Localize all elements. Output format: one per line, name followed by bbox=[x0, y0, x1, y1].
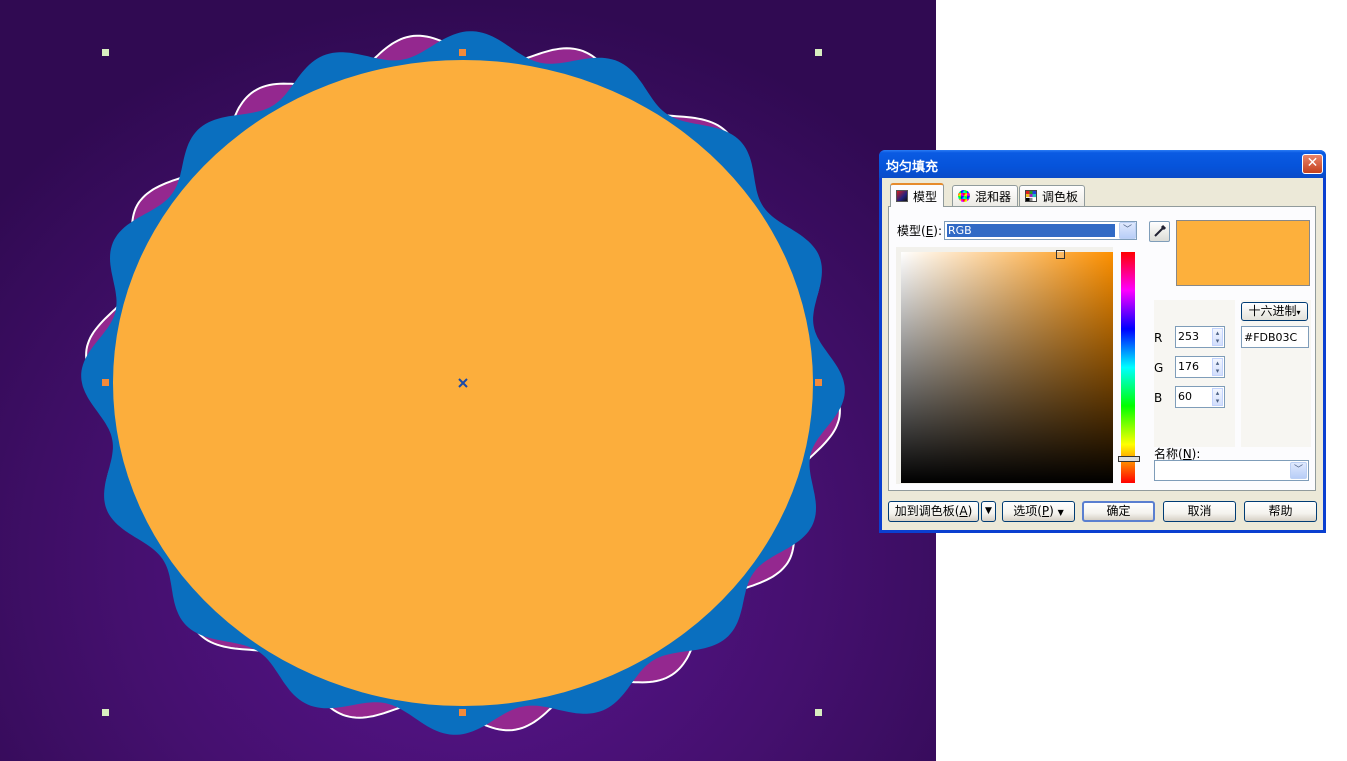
model-select[interactable]: RGB ﹀ bbox=[944, 221, 1137, 240]
canvas-artwork[interactable] bbox=[0, 0, 936, 761]
tab-mixer[interactable]: 混和器 bbox=[952, 185, 1019, 206]
selection-handle[interactable] bbox=[459, 49, 466, 56]
selection-handle[interactable] bbox=[102, 49, 109, 56]
selection-handle[interactable] bbox=[102, 709, 109, 716]
ok-button[interactable]: 确定 bbox=[1082, 501, 1155, 522]
chevron-down-icon[interactable]: ﹀ bbox=[1119, 222, 1136, 239]
tab-model-label: 模型 bbox=[913, 189, 938, 204]
channel-r-input[interactable]: 253 ▴ ▾ bbox=[1175, 326, 1225, 348]
channel-b-input[interactable]: 60 ▴ ▾ bbox=[1175, 386, 1225, 408]
saturation-brightness-area[interactable] bbox=[901, 252, 1113, 483]
hex-mode-button[interactable]: 十六进制▾ bbox=[1241, 302, 1308, 321]
close-button[interactable]: ✕ bbox=[1302, 154, 1323, 174]
color-picker-marker[interactable] bbox=[1056, 250, 1065, 259]
tab-palette-label: 调色板 bbox=[1042, 189, 1079, 204]
channel-r-label: R bbox=[1154, 331, 1163, 345]
selection-handle[interactable] bbox=[102, 379, 109, 386]
drawing-canvas[interactable] bbox=[0, 0, 936, 761]
color-wheel-icon bbox=[958, 190, 970, 202]
uniform-fill-dialog: 均匀填充 ✕ 模型 混和器 调色板 模型(E): RGB ﹀ R 253 ▴ ▾… bbox=[879, 150, 1326, 533]
dialog-title: 均匀填充 bbox=[886, 160, 939, 175]
help-button[interactable]: 帮助 bbox=[1244, 501, 1317, 522]
caret-down-icon: ▼ bbox=[985, 506, 992, 516]
channel-b-label: B bbox=[1154, 391, 1163, 405]
dialog-body: 模型 混和器 调色板 模型(E): RGB ﹀ R 253 ▴ ▾ G 176 … bbox=[882, 178, 1323, 530]
cancel-button[interactable]: 取消 bbox=[1163, 501, 1236, 522]
options-button[interactable]: 选项(P) ▼ bbox=[1002, 501, 1075, 522]
name-select[interactable]: ﹀ bbox=[1154, 460, 1309, 481]
spinner-arrows-icon[interactable]: ▴ ▾ bbox=[1212, 358, 1223, 376]
hex-mode-label: 十六进制 bbox=[1248, 304, 1297, 318]
channel-g-input[interactable]: 176 ▴ ▾ bbox=[1175, 356, 1225, 378]
spinner-arrows-icon[interactable]: ▴ ▾ bbox=[1212, 388, 1223, 406]
selection-handle[interactable] bbox=[815, 49, 822, 56]
hex-values-area bbox=[1241, 300, 1311, 447]
channel-g-value: 176 bbox=[1178, 360, 1199, 373]
hue-slider-handle[interactable] bbox=[1118, 456, 1140, 462]
selection-handle[interactable] bbox=[459, 709, 466, 716]
selection-handle[interactable] bbox=[815, 379, 822, 386]
dialog-titlebar[interactable]: 均匀填充 ✕ bbox=[879, 150, 1326, 178]
chevron-down-icon[interactable]: ﹀ bbox=[1290, 462, 1307, 479]
model-label: 模型(E): bbox=[897, 224, 943, 238]
caret-down-icon: ▼ bbox=[1057, 508, 1064, 517]
dropdown-arrow-icon: ▾ bbox=[1296, 308, 1301, 317]
tab-mixer-label: 混和器 bbox=[975, 189, 1012, 204]
tab-palette[interactable]: 调色板 bbox=[1019, 185, 1086, 206]
selection-handle[interactable] bbox=[815, 709, 822, 716]
eyedropper-icon bbox=[1154, 224, 1167, 237]
channel-b-value: 60 bbox=[1178, 390, 1192, 403]
add-to-palette-button[interactable]: 加到调色板(A) bbox=[888, 501, 979, 522]
tab-model[interactable]: 模型 bbox=[890, 183, 945, 207]
color-model-icon bbox=[896, 190, 908, 202]
channel-g-label: G bbox=[1154, 361, 1164, 375]
palette-grid-icon bbox=[1025, 190, 1037, 202]
model-select-value: RGB bbox=[947, 224, 1115, 237]
eyedropper-button[interactable] bbox=[1149, 221, 1170, 242]
color-preview-swatch bbox=[1176, 220, 1310, 286]
hex-value-input[interactable]: #FDB03C bbox=[1241, 326, 1309, 348]
spinner-arrows-icon[interactable]: ▴ ▾ bbox=[1212, 328, 1223, 346]
hue-slider[interactable] bbox=[1121, 252, 1135, 483]
add-to-palette-dropdown[interactable]: ▼ bbox=[981, 501, 996, 522]
channel-r-value: 253 bbox=[1178, 330, 1199, 343]
